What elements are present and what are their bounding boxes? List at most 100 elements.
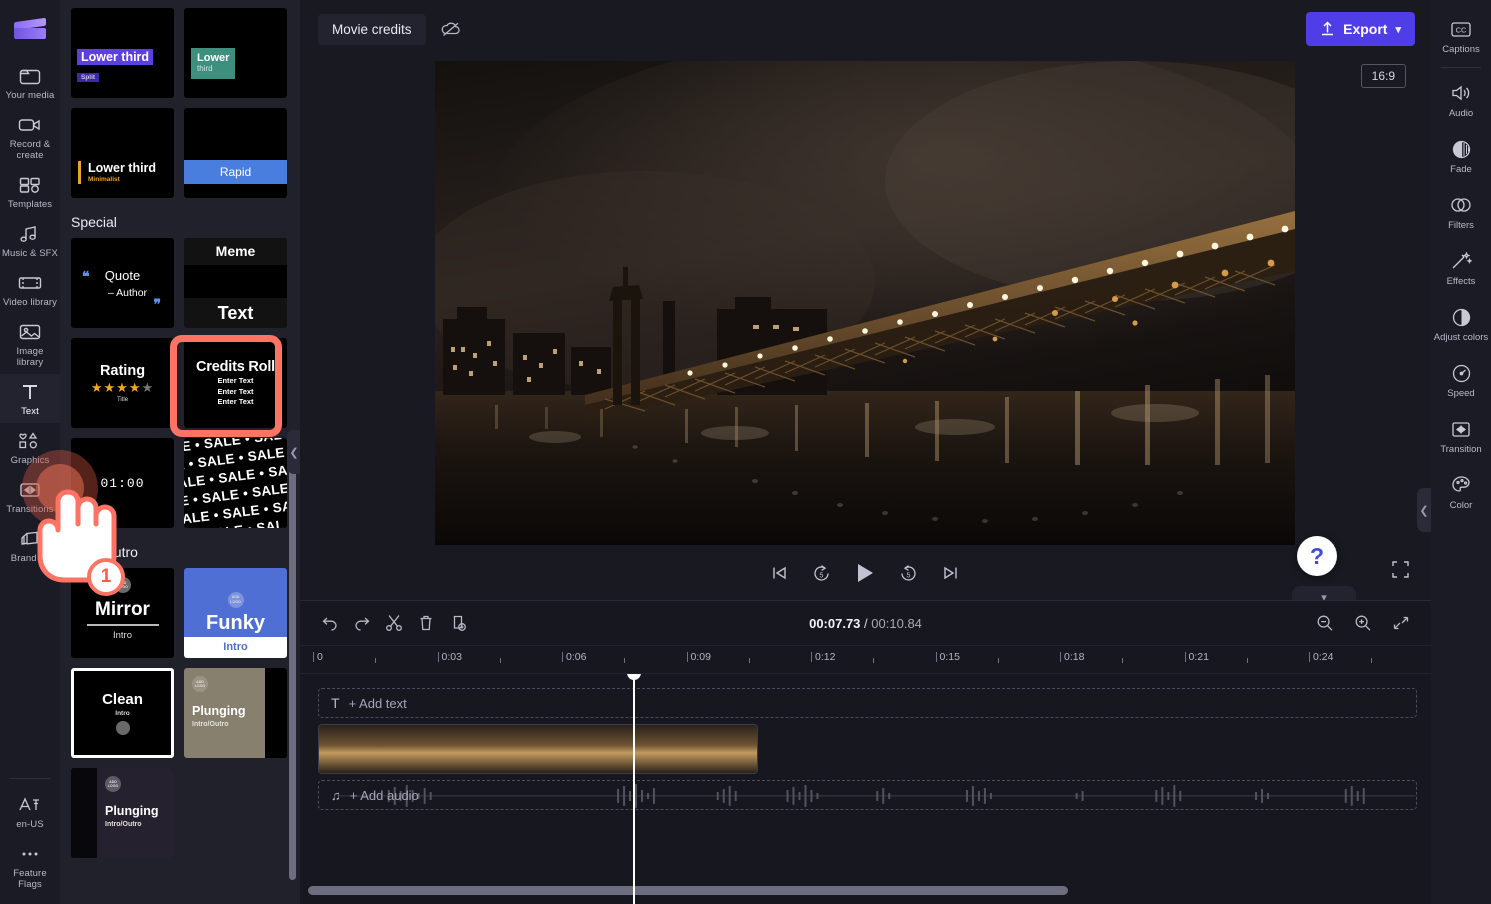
export-label: Export — [1343, 21, 1388, 37]
add-text-track[interactable]: T + Add text — [318, 688, 1417, 718]
zoom-in-button[interactable] — [1347, 608, 1379, 638]
timeline-horizontal-scrollbar[interactable] — [308, 886, 1068, 895]
template-subtitle-3: Enter Text — [217, 397, 254, 407]
timeline-ruler[interactable]: 0 0:03 0:06 0:09 0:12 0:15 0:18 0:21 0:24 — [300, 646, 1431, 674]
delete-button[interactable] — [410, 608, 442, 638]
collapse-right-panel-button[interactable]: ❮ — [1417, 488, 1431, 532]
quote-close-icon: ❞ — [153, 296, 161, 312]
template-card-lower-third-split[interactable]: Lower third Split — [71, 8, 174, 98]
template-card-mirror-intro[interactable]: ADD LOGO Mirror Intro — [71, 568, 174, 658]
template-card-rating[interactable]: Rating ★★★★★ Title — [71, 338, 174, 428]
sidebar-item-feature-flags[interactable]: Feature Flags — [0, 836, 60, 904]
template-card-clean-intro[interactable]: Clean Intro — [71, 668, 174, 758]
split-button[interactable] — [378, 608, 410, 638]
template-card-sale-pattern[interactable]: LE • SALE • SALE • SALE • SALEALE • SALE… — [184, 438, 287, 528]
forward-5-button[interactable]: 5 — [899, 564, 918, 583]
timecode-separator: / — [864, 615, 868, 631]
clipchamp-editor: Your media Record & create Templates Mus… — [0, 0, 1491, 904]
template-subtitle: Intro/Outro — [192, 721, 229, 728]
transition-icon — [18, 479, 42, 501]
ruler-tick-minor — [1122, 655, 1124, 663]
filters-icon — [1449, 194, 1473, 216]
template-title: Quote — [104, 267, 141, 283]
sidebar-item-templates[interactable]: Templates — [0, 167, 60, 216]
redo-button[interactable] — [346, 608, 378, 638]
template-title: Funky — [206, 611, 265, 634]
sidebar-item-video-library[interactable]: Video library — [0, 265, 60, 314]
templates-vertical-scrollbar[interactable] — [289, 440, 296, 880]
video-preview[interactable] — [435, 61, 1295, 545]
collapse-panel-button[interactable]: ❮ — [287, 430, 300, 474]
playhead[interactable] — [627, 674, 641, 904]
export-button[interactable]: Export ▾ — [1306, 12, 1415, 46]
ruler-tick-minor — [375, 655, 377, 663]
rewind-5-button[interactable]: 5 — [812, 564, 831, 583]
tool-filters[interactable]: Filters — [1431, 184, 1491, 240]
template-card-credits-roll[interactable]: Credits Roll Enter Text Enter Text Enter… — [184, 338, 287, 428]
tool-speed[interactable]: Speed — [1431, 352, 1491, 408]
tool-audio[interactable]: Audio — [1431, 72, 1491, 128]
sidebar-item-brand-kit[interactable]: Brand kit — [0, 521, 60, 570]
play-button[interactable] — [855, 562, 875, 584]
sidebar-item-record-create[interactable]: Record & create — [0, 107, 60, 167]
tool-adjust-colors[interactable]: Adjust colors — [1431, 296, 1491, 352]
template-card-plunging-intro-outro[interactable]: ADD LOGO Plunging Intro/Outro — [184, 668, 287, 758]
top-bar: Movie credits Export ▾ — [300, 0, 1431, 58]
sidebar-item-transitions[interactable]: Transitions — [0, 472, 60, 521]
template-subtitle: Intro — [115, 710, 130, 717]
zoom-out-button[interactable] — [1309, 608, 1341, 638]
skip-to-end-button[interactable] — [942, 565, 960, 581]
template-card-funky-intro[interactable]: ADD LOGO Funky Intro — [184, 568, 287, 658]
help-button[interactable]: ? — [1297, 536, 1337, 576]
ruler-tick-label: 0:06 — [566, 651, 587, 663]
templates-scroll-area[interactable]: Lower third Split Lower third Lower thir… — [60, 0, 288, 904]
tool-color[interactable]: Color — [1431, 464, 1491, 520]
sidebar-item-graphics[interactable]: Graphics — [0, 423, 60, 472]
template-card-rapid[interactable]: Rapid — [184, 108, 287, 198]
aspect-ratio-button[interactable]: 16:9 — [1360, 64, 1406, 88]
template-card-meme-text[interactable]: Meme Text — [184, 238, 287, 328]
speedometer-icon — [1449, 362, 1473, 384]
tool-captions[interactable]: CC Captions — [1431, 8, 1491, 64]
template-card-quote[interactable]: ❝ Quote – Author ❞ — [71, 238, 174, 328]
svg-text:5: 5 — [820, 572, 824, 579]
ruler-tick-minor — [873, 655, 875, 663]
sidebar-item-language[interactable]: en-US — [0, 787, 60, 836]
sidebar-item-your-media[interactable]: Your media — [0, 58, 60, 107]
cloud-off-icon[interactable] — [434, 13, 468, 45]
tool-transition[interactable]: Transition — [1431, 408, 1491, 464]
template-card-countdown-timer[interactable]: 01:00 — [71, 438, 174, 528]
ruler-tick-minor — [624, 655, 626, 663]
sidebar-item-image-library[interactable]: Image library — [0, 314, 60, 374]
skip-to-start-button[interactable] — [770, 565, 788, 581]
app-logo[interactable] — [0, 0, 60, 58]
ruler-tick-major: 0:15 — [935, 651, 960, 663]
template-subtitle: Text — [184, 298, 287, 328]
tool-fade[interactable]: Fade — [1431, 128, 1491, 184]
sidebar-item-music-sfx[interactable]: Music & SFX — [0, 216, 60, 265]
template-card-lower-third-teal[interactable]: Lower third — [184, 8, 287, 98]
tool-label: Effects — [1446, 276, 1476, 287]
tool-effects[interactable]: Effects — [1431, 240, 1491, 296]
ruler-tick-major: 0:09 — [686, 651, 711, 663]
sidebar-divider — [9, 778, 51, 779]
duplicate-button[interactable] — [442, 608, 474, 638]
logo-placeholder-badge: ADD LOGO — [192, 676, 208, 692]
template-subtitle: Intro/Outro — [105, 821, 142, 828]
fit-to-timeline-button[interactable] — [1385, 608, 1417, 638]
ellipsis-icon — [18, 843, 42, 865]
ruler-tick-major: 0:12 — [811, 651, 835, 663]
fullscreen-icon[interactable] — [1392, 561, 1409, 583]
add-audio-track[interactable]: ♫ + Add audio — [318, 780, 1417, 810]
fade-icon — [1449, 138, 1473, 160]
ruler-tick-label: 0 — [317, 651, 323, 663]
timeline-panel: 00:07.73 / 00:10.84 0 0:03 0:06 0:09 0:12 0:1… — [300, 600, 1431, 904]
timeline-toolbar: 00:07.73 / 00:10.84 — [300, 601, 1431, 646]
template-card-plunging-intro-outro-dark[interactable]: ADD LOGO Plunging Intro/Outro — [71, 768, 174, 858]
svg-text:CC: CC — [1456, 25, 1467, 34]
project-tab[interactable]: Movie credits — [318, 13, 426, 45]
video-clip[interactable] — [318, 724, 758, 774]
template-card-lower-third-minimalist[interactable]: Lower third Minimalist — [71, 108, 174, 198]
undo-button[interactable] — [314, 608, 346, 638]
sidebar-item-text[interactable]: Text — [0, 374, 60, 423]
